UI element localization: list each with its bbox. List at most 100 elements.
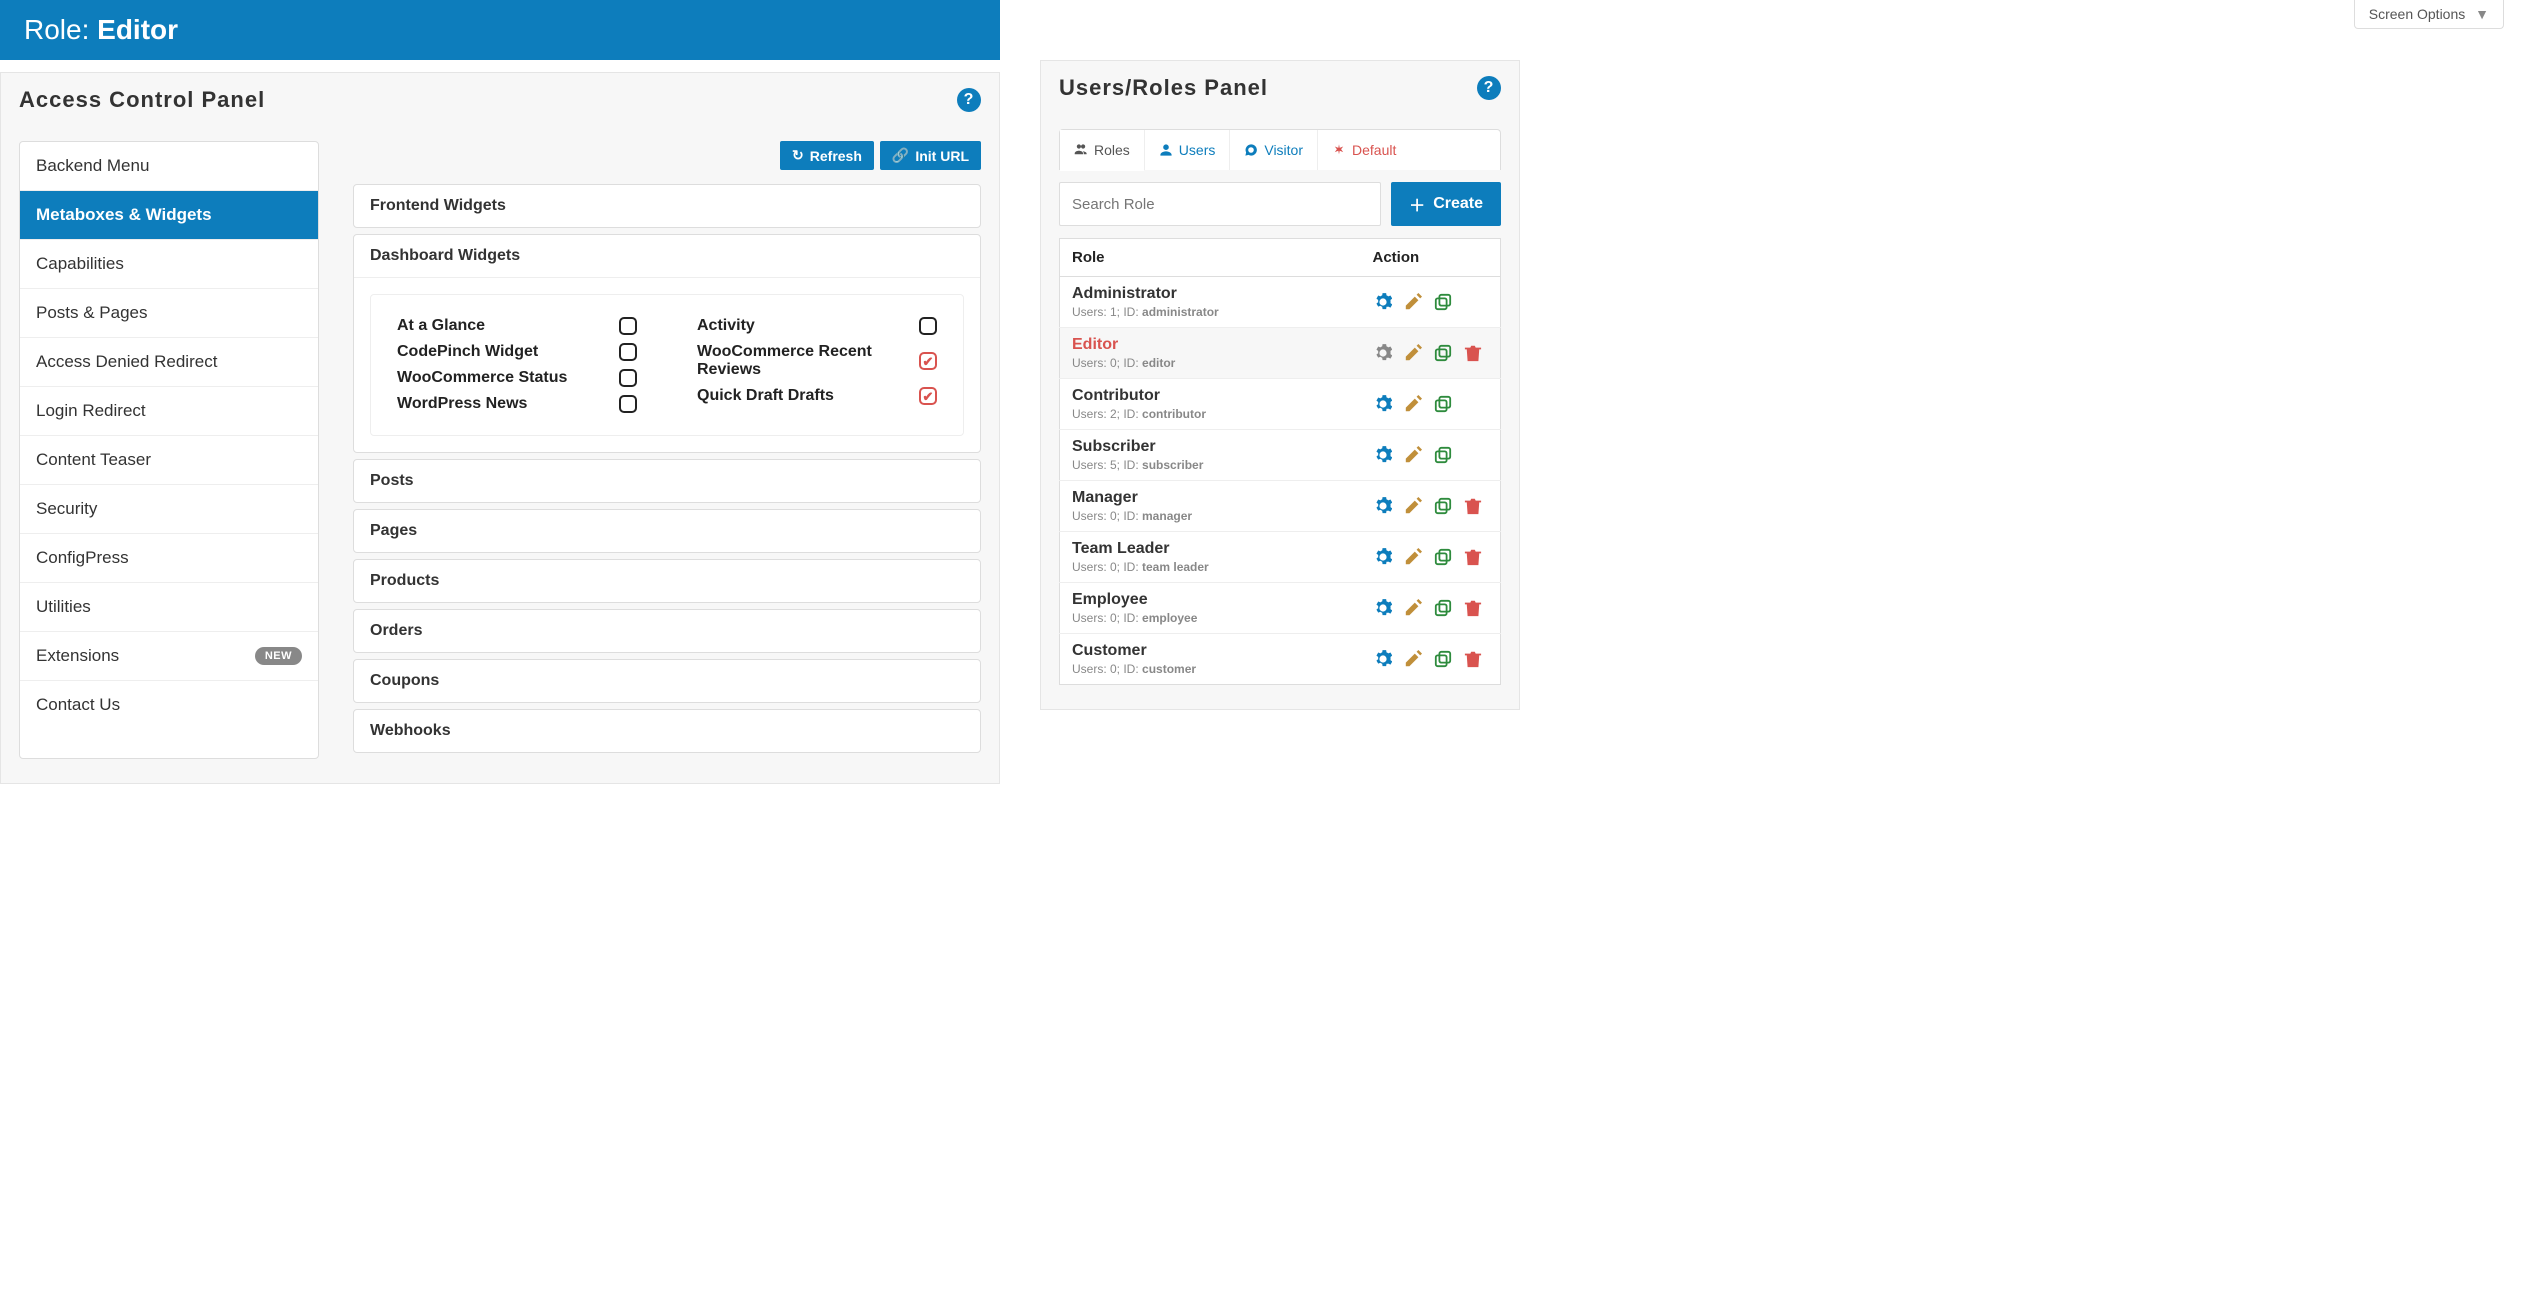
role-actions	[1373, 292, 1489, 312]
pencil-icon[interactable]	[1403, 292, 1423, 312]
init-url-button[interactable]: 🔗 Init URL	[880, 141, 981, 170]
create-button[interactable]: ＋ Create	[1391, 182, 1501, 226]
role-actions	[1373, 598, 1489, 618]
tab-visitor[interactable]: Visitor	[1230, 130, 1318, 170]
users-panel-tabs: Roles Users Visitor Default	[1059, 129, 1501, 170]
plus-icon: ＋	[1409, 192, 1425, 216]
section-orders: Orders	[353, 609, 981, 653]
role-actions	[1373, 649, 1489, 669]
role-row[interactable]: CustomerUsers: 0; ID: customer	[1060, 634, 1501, 685]
role-actions	[1373, 496, 1489, 516]
nav-item-posts-pages[interactable]: Posts & Pages	[20, 289, 318, 338]
gear-icon[interactable]	[1373, 445, 1393, 465]
trash-icon[interactable]	[1463, 547, 1483, 567]
role-row[interactable]: ContributorUsers: 2; ID: contributor	[1060, 379, 1501, 430]
nav-item-capabilities[interactable]: Capabilities	[20, 240, 318, 289]
section-header[interactable]: Dashboard Widgets	[354, 235, 980, 278]
role-row[interactable]: ManagerUsers: 0; ID: manager	[1060, 481, 1501, 532]
tab-label: Visitor	[1264, 142, 1303, 158]
clone-icon[interactable]	[1433, 649, 1453, 669]
widget-label: WooCommerce Recent Reviews	[697, 343, 907, 379]
nav-item-configpress[interactable]: ConfigPress	[20, 534, 318, 583]
role-row[interactable]: Team LeaderUsers: 0; ID: team leader	[1060, 532, 1501, 583]
widget-checkbox[interactable]	[619, 369, 637, 387]
nav-item-contact-us[interactable]: Contact Us	[20, 681, 318, 729]
section-header[interactable]: Orders	[354, 610, 980, 652]
gear-icon[interactable]	[1373, 547, 1393, 567]
pencil-icon[interactable]	[1403, 445, 1423, 465]
section-header[interactable]: Coupons	[354, 660, 980, 702]
clone-icon[interactable]	[1433, 445, 1453, 465]
nav-item-security[interactable]: Security	[20, 485, 318, 534]
pencil-icon[interactable]	[1403, 394, 1423, 414]
role-name: Contributor	[1072, 387, 1349, 405]
refresh-button[interactable]: ↻ Refresh	[780, 141, 874, 170]
widget-checkbox[interactable]	[919, 387, 937, 405]
gear-icon[interactable]	[1373, 496, 1393, 516]
widget-checkbox[interactable]	[619, 343, 637, 361]
tab-roles[interactable]: Roles	[1060, 130, 1145, 171]
role-prefix: Role:	[24, 14, 89, 45]
widget-checkbox[interactable]	[619, 395, 637, 413]
gear-icon[interactable]	[1373, 343, 1393, 363]
gear-icon[interactable]	[1373, 292, 1393, 312]
nav-item-metaboxes-widgets[interactable]: Metaboxes & Widgets	[20, 191, 318, 240]
role-row[interactable]: EmployeeUsers: 0; ID: employee	[1060, 583, 1501, 634]
search-role-input[interactable]	[1059, 182, 1381, 226]
role-meta: Users: 0; ID: team leader	[1072, 560, 1349, 574]
pencil-icon[interactable]	[1403, 649, 1423, 669]
tab-label: Roles	[1094, 142, 1130, 158]
nav-item-utilities[interactable]: Utilities	[20, 583, 318, 632]
role-meta: Users: 0; ID: editor	[1072, 356, 1349, 370]
clone-icon[interactable]	[1433, 496, 1453, 516]
nav-item-login-redirect[interactable]: Login Redirect	[20, 387, 318, 436]
pencil-icon[interactable]	[1403, 496, 1423, 516]
acp-title: Access Control Panel	[19, 87, 265, 113]
visitor-icon	[1244, 143, 1258, 157]
section-header[interactable]: Webhooks	[354, 710, 980, 752]
clone-icon[interactable]	[1433, 394, 1453, 414]
pencil-icon[interactable]	[1403, 343, 1423, 363]
tab-users[interactable]: Users	[1145, 130, 1231, 170]
widget-row: Activity	[697, 313, 937, 339]
widget-checkbox[interactable]	[919, 317, 937, 335]
pencil-icon[interactable]	[1403, 547, 1423, 567]
nav-item-content-teaser[interactable]: Content Teaser	[20, 436, 318, 485]
role-actions	[1373, 547, 1489, 567]
section-header[interactable]: Frontend Widgets	[354, 185, 980, 227]
widget-checkbox[interactable]	[919, 352, 937, 370]
gear-icon[interactable]	[1373, 394, 1393, 414]
section-header[interactable]: Posts	[354, 460, 980, 502]
help-icon[interactable]: ?	[957, 88, 981, 112]
clone-icon[interactable]	[1433, 292, 1453, 312]
clone-icon[interactable]	[1433, 343, 1453, 363]
section-coupons: Coupons	[353, 659, 981, 703]
clone-icon[interactable]	[1433, 598, 1453, 618]
role-name: Manager	[1072, 489, 1349, 507]
nav-item-access-denied-redirect[interactable]: Access Denied Redirect	[20, 338, 318, 387]
gear-icon[interactable]	[1373, 598, 1393, 618]
col-role: Role	[1060, 239, 1361, 277]
nav-item-label: Access Denied Redirect	[36, 352, 217, 372]
acp-nav: Backend MenuMetaboxes & WidgetsCapabilit…	[19, 141, 319, 759]
tab-default[interactable]: Default	[1318, 130, 1410, 170]
widget-label: WordPress News	[397, 395, 527, 413]
help-icon[interactable]: ?	[1477, 76, 1501, 100]
trash-icon[interactable]	[1463, 496, 1483, 516]
trash-icon[interactable]	[1463, 598, 1483, 618]
clone-icon[interactable]	[1433, 547, 1453, 567]
nav-item-extensions[interactable]: ExtensionsNEW	[20, 632, 318, 681]
pencil-icon[interactable]	[1403, 598, 1423, 618]
role-row[interactable]: EditorUsers: 0; ID: editor	[1060, 328, 1501, 379]
trash-icon[interactable]	[1463, 649, 1483, 669]
role-row[interactable]: AdministratorUsers: 1; ID: administrator	[1060, 277, 1501, 328]
role-row[interactable]: SubscriberUsers: 5; ID: subscriber	[1060, 430, 1501, 481]
nav-item-backend-menu[interactable]: Backend Menu	[20, 142, 318, 191]
widget-checkbox[interactable]	[619, 317, 637, 335]
screen-options-button[interactable]: Screen Options ▼	[2354, 0, 2504, 29]
section-header[interactable]: Pages	[354, 510, 980, 552]
gear-icon[interactable]	[1373, 649, 1393, 669]
trash-icon[interactable]	[1463, 343, 1483, 363]
widget-label: WooCommerce Status	[397, 369, 567, 387]
section-header[interactable]: Products	[354, 560, 980, 602]
